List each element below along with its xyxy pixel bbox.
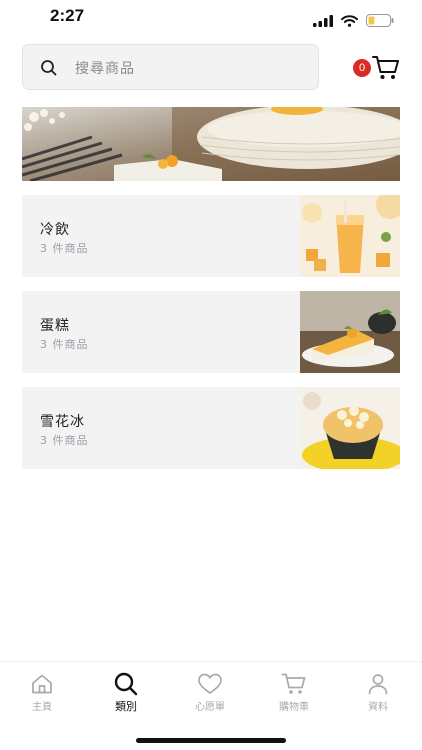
category-name: 蛋糕 [40,318,70,334]
category-list: 冷飲 3 件商品 蛋糕 3 件商品 雪花冰 3 件商品 [22,195,400,483]
heart-icon [198,673,222,694]
category-item-shaved-ice[interactable]: 雪花冰 3 件商品 [22,387,400,469]
category-count: 3 件商品 [40,242,89,255]
bottom-tab-bar: 主頁 類別 心愿單 購物車 資料 [0,661,422,750]
status-icons [313,14,394,27]
mango-drink-image [300,195,400,277]
search-placeholder: 搜尋商品 [75,61,135,77]
battery-icon [366,14,394,27]
banner-image [22,107,400,181]
home-icon [32,674,52,694]
cart-count-badge: 0 [353,59,371,77]
tab-label: 購物車 [279,702,309,713]
tab-label: 類別 [115,700,137,713]
status-bar: 2:27 [0,0,422,34]
category-count: 3 件商品 [40,338,89,351]
category-thumbnail [300,195,400,277]
tab-categories[interactable]: 類別 [84,668,168,718]
category-count: 3 件商品 [40,434,89,447]
tab-profile[interactable]: 資料 [336,668,420,718]
category-thumbnail [300,291,400,373]
signal-icon [313,14,333,27]
category-thumbnail [300,387,400,469]
search-input[interactable]: 搜尋商品 [22,44,319,90]
search-icon [41,60,57,76]
wifi-icon [341,14,358,27]
category-name: 冷飲 [40,222,70,238]
home-indicator [136,738,286,743]
tab-label: 資料 [368,702,388,713]
category-name: 雪花冰 [40,414,85,430]
status-time: 2:27 [50,6,85,25]
tab-cart[interactable]: 購物車 [252,668,336,718]
tab-home[interactable]: 主頁 [0,668,84,718]
category-item-cold-drinks[interactable]: 冷飲 3 件商品 [22,195,400,277]
category-item-cakes[interactable]: 蛋糕 3 件商品 [22,291,400,373]
cart-icon [281,673,306,694]
search-row: 搜尋商品 0 [22,44,400,90]
promo-banner[interactable] [22,107,400,181]
tab-label: 主頁 [32,702,52,713]
cart-icon [372,56,399,79]
search-icon [114,672,138,696]
user-icon [368,674,388,695]
tab-wishlist[interactable]: 心愿單 [168,668,252,718]
mango-shaved-ice-image [300,387,400,469]
cart-button[interactable]: 0 [348,52,400,82]
tab-label: 心愿單 [195,702,225,713]
mango-cake-image [300,291,400,373]
